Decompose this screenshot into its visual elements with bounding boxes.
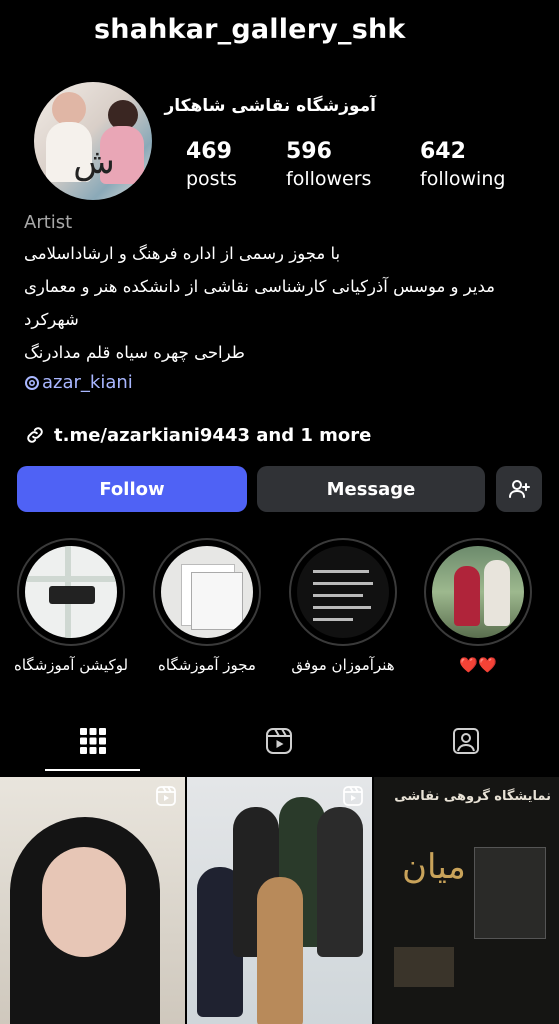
following-count: 642	[420, 139, 466, 164]
link-icon	[24, 424, 46, 446]
tab-reels[interactable]	[186, 712, 372, 770]
reel-icon	[155, 785, 177, 807]
highlight-cover	[25, 546, 117, 638]
external-link[interactable]: t.me/azarkiani9443 and 1 more	[24, 424, 371, 446]
tagged-icon	[451, 726, 481, 756]
highlight-cover	[432, 546, 524, 638]
story-highlight[interactable]: هنرآموزان موفق	[275, 538, 411, 674]
highlight-cover	[297, 546, 389, 638]
posts-count: 469	[186, 139, 232, 164]
posts-stat[interactable]: 469 posts	[186, 138, 237, 192]
highlight-label: لوکیشن آموزشگاه	[13, 656, 129, 674]
profile-avatar[interactable]: ش	[34, 82, 152, 200]
highlight-cover	[161, 546, 253, 638]
mention-text: azar_kiani	[42, 372, 133, 393]
bio-line: با مجوز رسمی از اداره فرهنگ و ارشاداسلام…	[24, 244, 341, 263]
profile-username: shahkar_gallery_shk	[94, 14, 406, 45]
bio-line: طراحی چهره سیاه قلم مدادرنگ	[24, 343, 245, 362]
tab-tagged[interactable]	[373, 712, 559, 770]
highlight-label: مجوز آموزشگاه	[158, 656, 256, 674]
threads-icon	[24, 375, 40, 391]
grid-post[interactable]: نمایشگاه گروهی نقاشی میان	[374, 777, 559, 1024]
grid-icon	[79, 727, 107, 755]
following-stat[interactable]: 642 following	[420, 138, 505, 192]
highlight-label: ❤️❤️	[459, 656, 497, 674]
profile-display-name: آموزشگاه نقاشی شاهکار	[164, 96, 376, 116]
message-button[interactable]: Message	[257, 466, 485, 512]
followers-stat[interactable]: 596 followers	[286, 138, 371, 192]
story-highlight[interactable]: ❤️❤️	[410, 538, 546, 674]
followers-count: 596	[286, 139, 332, 164]
story-highlight[interactable]: لوکیشن آموزشگاه	[3, 538, 139, 674]
threads-mention-link[interactable]: azar_kiani	[24, 372, 133, 393]
followers-label: followers	[286, 168, 372, 190]
posts-label: posts	[186, 168, 237, 190]
grid-post[interactable]	[0, 777, 185, 1024]
following-label: following	[420, 168, 506, 190]
tab-posts-grid[interactable]	[0, 712, 186, 770]
profile-tabs	[0, 712, 559, 772]
active-tab-indicator	[45, 769, 140, 771]
story-highlight[interactable]: مجوز آموزشگاه	[139, 538, 275, 674]
post-title: نمایشگاه گروهی نقاشی	[394, 789, 551, 804]
reel-icon	[342, 785, 364, 807]
highlight-label: هنرآموزان موفق	[291, 656, 395, 674]
link-text: t.me/azarkiani9443 and 1 more	[54, 424, 372, 446]
suggest-people-button[interactable]	[496, 466, 542, 512]
follow-button[interactable]: Follow	[17, 466, 247, 512]
bio-line: مدیر و موسس آذرکیانی کارشناسی نقاشی از د…	[24, 277, 495, 296]
reels-icon	[264, 726, 294, 756]
bio-line: شهرکرد	[24, 310, 79, 329]
profile-category: Artist	[24, 212, 73, 233]
add-user-icon	[507, 477, 531, 501]
grid-post[interactable]	[187, 777, 372, 1024]
